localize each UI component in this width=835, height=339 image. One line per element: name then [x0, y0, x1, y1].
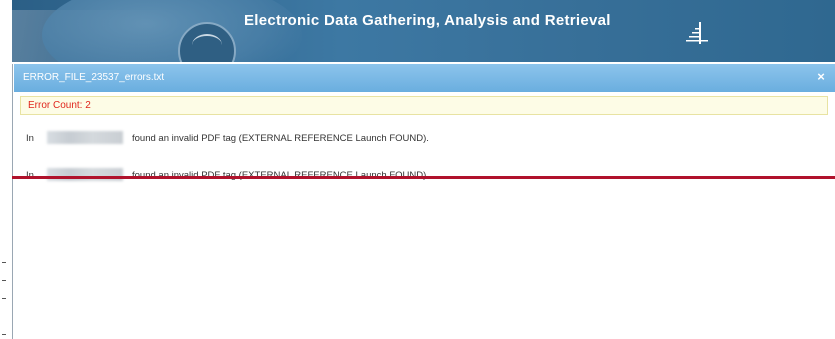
header-decoration [42, 0, 302, 62]
error-count-box: Error Count: 2 [20, 96, 828, 115]
edge-tick [2, 280, 6, 281]
dialog-border [12, 64, 13, 339]
redacted-filename [47, 168, 123, 181]
edge-tick [2, 262, 6, 263]
error-count: Error Count: 2 [28, 100, 91, 111]
dialog-titlebar[interactable]: ERROR_FILE_23537_errors.txt × [14, 64, 835, 92]
app-header: Electronic Data Gathering, Analysis and … [12, 0, 835, 62]
highlight-line [12, 176, 835, 179]
redacted-filename [47, 131, 123, 144]
dialog-title: ERROR_FILE_23537_errors.txt [23, 72, 165, 83]
page: Electronic Data Gathering, Analysis and … [0, 0, 835, 339]
window-left-edge [0, 0, 12, 339]
list-item: In found an invalid PDF tag (EXTERNAL RE… [22, 130, 822, 147]
edge-tick [2, 334, 6, 335]
message-list: In found an invalid PDF tag (EXTERNAL RE… [22, 130, 822, 204]
message-prefix: In [26, 133, 34, 144]
edge-tick [2, 298, 6, 299]
edgar-stairs-icon [686, 22, 708, 44]
app-title: Electronic Data Gathering, Analysis and … [244, 12, 611, 29]
message-text: found an invalid PDF tag (EXTERNAL REFER… [132, 133, 429, 144]
close-icon[interactable]: × [813, 69, 829, 85]
